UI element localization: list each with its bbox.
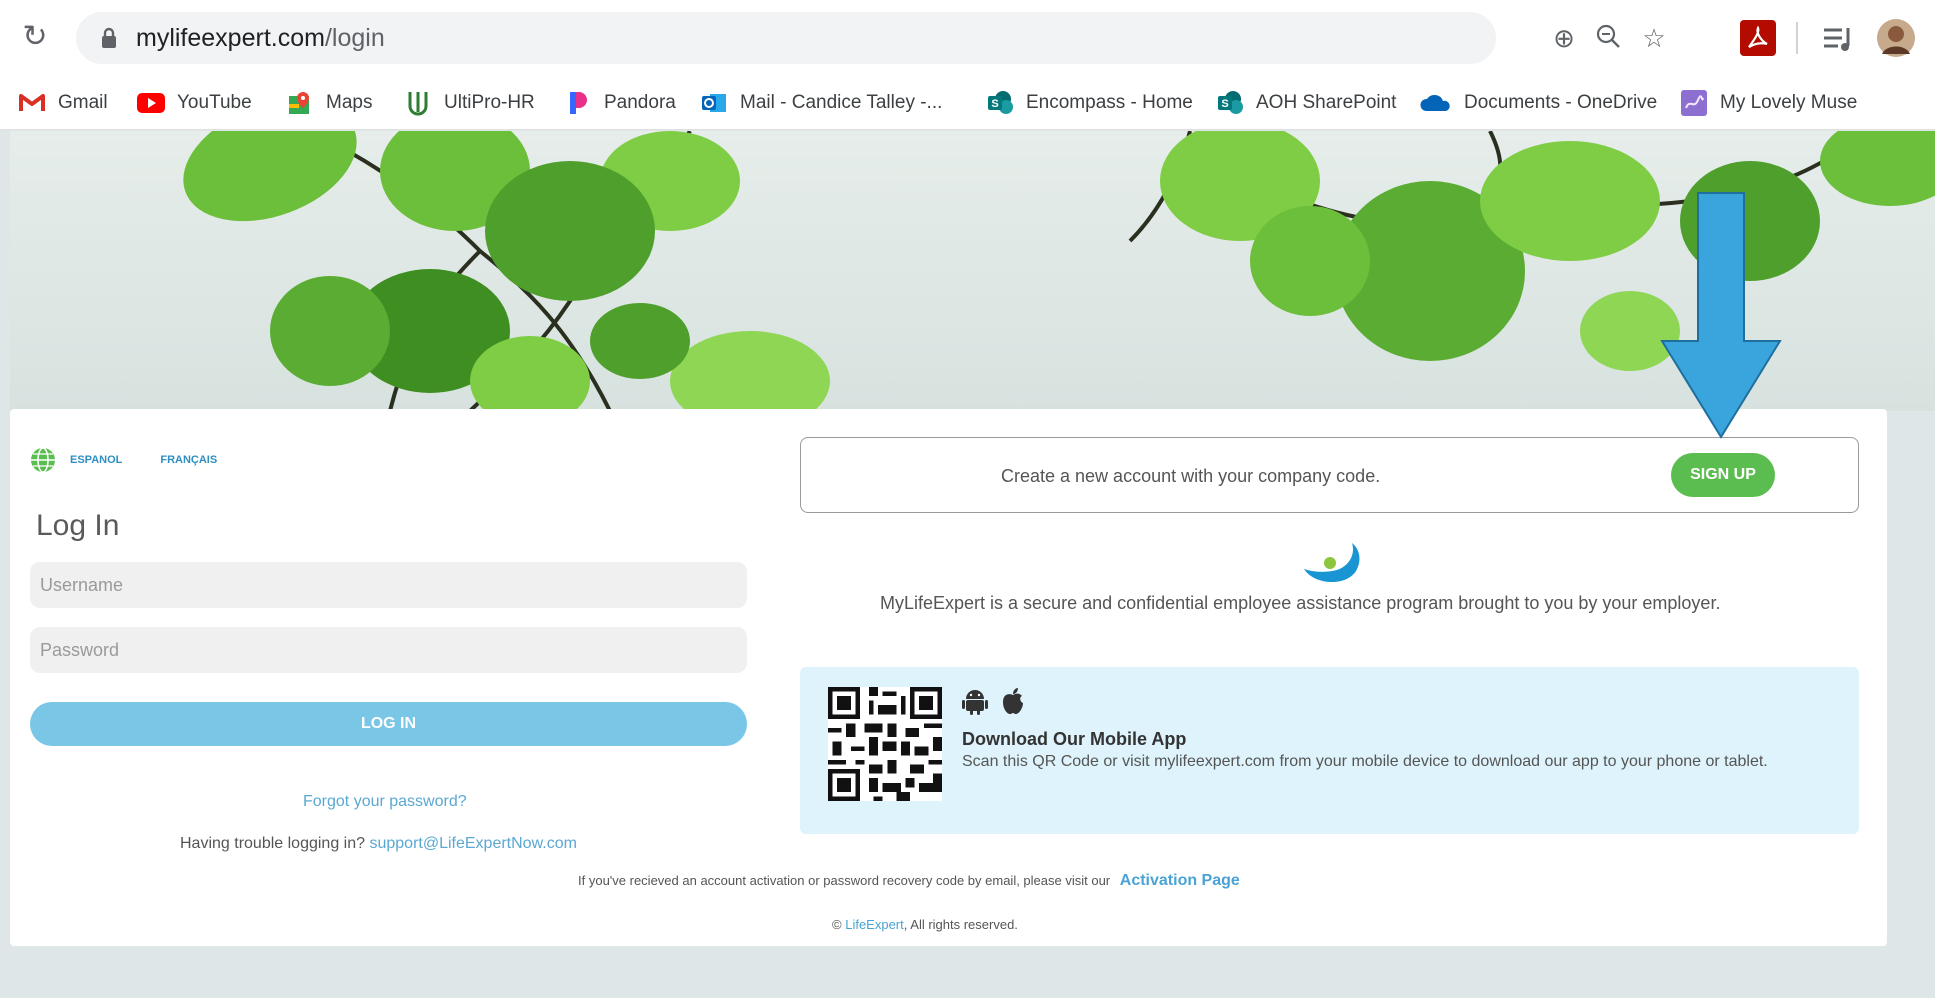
language-selector: ESPANOL FRANÇAIS — [30, 447, 217, 473]
password-input[interactable] — [30, 627, 747, 673]
android-icon[interactable] — [962, 687, 988, 715]
login-title: Log In — [36, 509, 120, 542]
leaves-illustration — [183, 131, 1935, 411]
bookmark-youtube[interactable]: YouTube — [137, 88, 252, 118]
globe-icon — [31, 447, 55, 473]
activation-page-link[interactable]: Activation Page — [1120, 872, 1240, 889]
username-input[interactable] — [30, 562, 747, 608]
platform-icons — [962, 687, 1026, 715]
youtube-icon — [137, 90, 165, 116]
lifeexpert-link[interactable]: LifeExpert — [845, 917, 904, 932]
signup-text: Create a new account with your company c… — [1001, 466, 1381, 486]
bookmark-mail[interactable]: Mail - Candice Talley -... — [700, 88, 942, 118]
mylifeexpert-logo — [1304, 543, 1360, 583]
login-button[interactable]: LOG IN — [30, 702, 747, 746]
mobile-app-title: Download Our Mobile App — [962, 729, 1187, 749]
signup-button[interactable]: SIGN UP — [1671, 453, 1775, 497]
bookmark-maps[interactable]: Maps — [286, 88, 372, 118]
bookmark-pandora[interactable]: Pandora — [564, 88, 676, 118]
bookmark-onedrive[interactable]: Documents - OneDrive — [1420, 88, 1657, 118]
toolbar-separator — [1796, 22, 1798, 54]
pandora-icon — [564, 90, 592, 116]
login-card: ESPANOL FRANÇAIS Log In LOG IN Forgot yo… — [10, 409, 1887, 946]
address-bar[interactable]: mylifeexpert.com/login ⊕ ☆ — [76, 12, 1666, 64]
apple-icon[interactable] — [1000, 687, 1026, 715]
profile-avatar-icon[interactable] — [1876, 18, 1916, 58]
reload-icon[interactable]: ↻ — [18, 20, 52, 54]
outlook-icon — [700, 90, 728, 116]
mobile-app-description: Scan this QR Code or visit mylifeexpert.… — [962, 753, 1768, 770]
activation-notice: If you've recieved an account activation… — [578, 872, 1240, 889]
acrobat-extension-icon[interactable] — [1740, 20, 1776, 56]
sharepoint-icon: S — [1216, 90, 1244, 116]
bookmark-star-icon[interactable]: ☆ — [1638, 22, 1670, 54]
ultipro-icon — [404, 90, 432, 116]
login-help-text: Having trouble logging in? support@LifeE… — [180, 835, 577, 852]
signup-panel: Create a new account with your company c… — [800, 437, 1859, 513]
media-controls-icon[interactable] — [1820, 20, 1856, 56]
svg-text:S: S — [991, 98, 998, 110]
browser-toolbar: ↻ mylifeexpert.com/login ⊕ ☆ — [0, 0, 1935, 78]
forgot-password-link[interactable]: Forgot your password? — [303, 793, 467, 811]
bookmark-encompass[interactable]: S Encompass - Home — [986, 88, 1193, 118]
gmail-icon — [18, 90, 46, 116]
sharepoint-icon: S — [986, 90, 1014, 116]
bookmarks-bar: Gmail YouTube Maps UltiPro-HR Pandora Ma… — [0, 78, 1935, 130]
lock-icon — [102, 27, 116, 48]
svg-text:S: S — [1221, 98, 1228, 110]
zoom-icon[interactable] — [1592, 22, 1624, 54]
qr-code-image — [828, 687, 942, 801]
bookmark-ultipro[interactable]: UltiPro-HR — [404, 88, 535, 118]
bookmark-my-lovely-muse[interactable]: My Lovely Muse — [1680, 88, 1857, 118]
annotation-arrow-down — [1660, 192, 1782, 439]
program-tagline: MyLifeExpert is a secure and confidentia… — [880, 593, 1721, 613]
bookmark-aoh-sharepoint[interactable]: S AOH SharePoint — [1216, 88, 1396, 118]
copyright-text: © LifeExpert, All rights reserved. — [832, 917, 1018, 932]
onedrive-icon — [1420, 90, 1452, 116]
hero-leaves-image — [10, 131, 1935, 411]
mobile-app-panel: Download Our Mobile App Scan this QR Cod… — [800, 667, 1859, 834]
bookmark-gmail[interactable]: Gmail — [18, 88, 108, 118]
language-espanol-link[interactable]: ESPANOL — [70, 454, 122, 466]
muse-icon — [1680, 90, 1708, 116]
install-app-icon[interactable]: ⊕ — [1548, 22, 1580, 54]
language-francais-link[interactable]: FRANÇAIS — [160, 454, 217, 466]
url-text: mylifeexpert.com/login — [136, 24, 385, 52]
support-email-link[interactable]: support@LifeExpertNow.com — [369, 835, 576, 852]
maps-icon — [286, 90, 314, 116]
